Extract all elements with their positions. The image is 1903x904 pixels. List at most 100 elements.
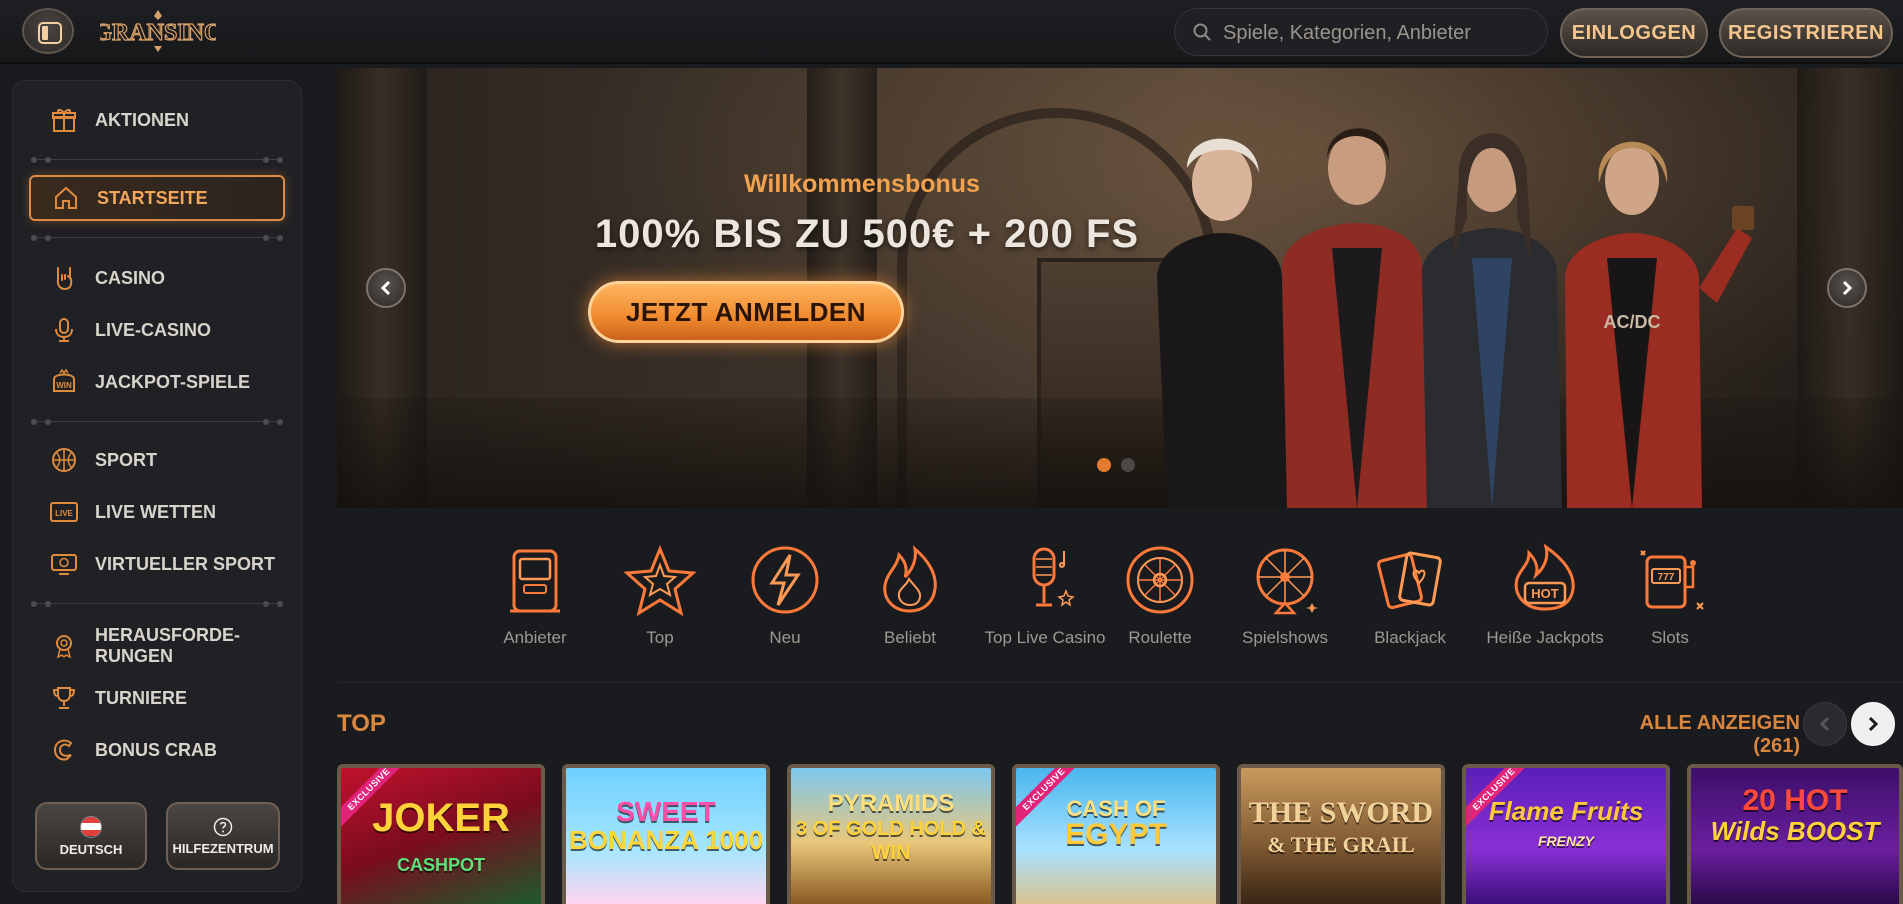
game-title-main: Flame Fruits bbox=[1488, 796, 1644, 826]
sidebar-divider bbox=[31, 235, 283, 241]
basketball-icon bbox=[49, 445, 79, 475]
category-bar: Anbieter Top Neu Beliebt Top Live Casino… bbox=[470, 540, 1750, 660]
banner-characters-image: AC/DC bbox=[1157, 128, 1754, 508]
sidebar-toggle-button[interactable] bbox=[22, 8, 74, 54]
login-button[interactable]: EINLOGGEN bbox=[1560, 8, 1708, 58]
sidebar-divider bbox=[31, 419, 283, 425]
game-tile-20-hot-wilds-boost[interactable]: 20 HOT Wilds BOOST bbox=[1687, 764, 1903, 904]
language-button[interactable]: DEUTSCH bbox=[35, 802, 147, 870]
chevron-right-icon bbox=[1842, 280, 1853, 296]
category-label: Top Live Casino bbox=[984, 628, 1106, 647]
banner-prev-button[interactable] bbox=[366, 268, 406, 308]
sidebar-item-casino[interactable]: CASINO bbox=[29, 255, 285, 301]
sidebar-divider bbox=[31, 601, 283, 607]
banner-title: 100% BIS ZU 500€ + 200 FS bbox=[594, 212, 1140, 256]
gransino-logo[interactable]: GRANSINO bbox=[100, 8, 216, 54]
game-tile-sweet-bonanza-1000[interactable]: SWEET BONANZA 1000 bbox=[562, 764, 770, 904]
sidebar-item-label: BONUS CRAB bbox=[95, 739, 218, 760]
category-spielshows[interactable]: Spielshows bbox=[1220, 540, 1350, 660]
sidebar-item-live-wetten[interactable]: LIVE LIVE WETTEN bbox=[29, 489, 285, 535]
language-label: DEUTSCH bbox=[59, 841, 123, 857]
svg-text:HOT: HOT bbox=[1531, 586, 1559, 601]
sidebar-item-jackpot-spiele[interactable]: WIN JACKPOT-SPIELE bbox=[29, 359, 285, 405]
game-tile-cash-of-egypt[interactable]: EXCLUSIVE CASH OF EGYPT bbox=[1012, 764, 1220, 904]
category-blackjack[interactable]: Blackjack bbox=[1345, 540, 1475, 660]
category-label: Top bbox=[646, 628, 674, 647]
game-title-sub: & THE GRAIL bbox=[1267, 832, 1415, 857]
virtual-screen-icon bbox=[49, 549, 79, 579]
game-tile-flame-fruits-frenzy[interactable]: EXCLUSIVE Flame Fruits FRENZY bbox=[1462, 764, 1670, 904]
game-title-main: JOKER bbox=[372, 796, 510, 840]
star-icon bbox=[620, 540, 700, 620]
game-title-sub: 3 OF GOLD HOLD & WIN bbox=[796, 818, 986, 864]
flame-icon bbox=[870, 540, 950, 620]
sidebar-item-bonus-crab[interactable]: BONUS CRAB bbox=[29, 727, 285, 773]
category-beliebt[interactable]: Beliebt bbox=[845, 540, 975, 660]
register-button[interactable]: REGISTRIEREN bbox=[1719, 8, 1893, 58]
live-icon: LIVE bbox=[49, 497, 79, 527]
category-label: Anbieter bbox=[503, 628, 567, 647]
category-top[interactable]: Top bbox=[595, 540, 725, 660]
slide-dot-active[interactable] bbox=[1097, 458, 1111, 472]
home-icon bbox=[51, 183, 81, 213]
game-title-sub: BONANZA 1000 bbox=[568, 825, 764, 855]
category-label: Spielshows bbox=[1242, 628, 1328, 647]
category-label: Beliebt bbox=[884, 628, 936, 647]
banner-next-button[interactable] bbox=[1827, 268, 1867, 308]
slide-dot[interactable] bbox=[1121, 458, 1135, 472]
help-question-icon bbox=[213, 817, 233, 836]
game-title: 20 HOT Wilds BOOST bbox=[1691, 786, 1899, 846]
category-label: Slots bbox=[1651, 628, 1689, 647]
logo-text: GRANSINO bbox=[100, 20, 216, 46]
sidebar-item-label: SPORT bbox=[95, 449, 158, 470]
roulette-icon bbox=[1120, 540, 1200, 620]
game-title-sub: FRENZY bbox=[1538, 833, 1594, 849]
sidebar-panel-icon bbox=[38, 22, 62, 44]
search-input[interactable] bbox=[1221, 9, 1535, 57]
microphone-icon bbox=[49, 315, 79, 345]
sidebar-item-label: STARTSEITE bbox=[97, 187, 208, 208]
microphone-icon bbox=[1005, 540, 1085, 620]
trophy-icon bbox=[49, 683, 79, 713]
game-title-sub: CASHPOT bbox=[396, 855, 485, 875]
games-prev-button[interactable] bbox=[1803, 702, 1847, 746]
game-tile-sword-and-grail[interactable]: THE SWORD & THE GRAIL bbox=[1237, 764, 1445, 904]
category-label: Blackjack bbox=[1374, 628, 1446, 647]
sidebar-item-herausforderungen[interactable]: HERAUSFORDE- RUNGEN bbox=[29, 621, 285, 671]
category-top-live-casino[interactable]: Top Live Casino bbox=[980, 540, 1110, 660]
game-title-sub: EGYPT bbox=[1065, 818, 1167, 851]
category-slots[interactable]: 777 Slots bbox=[1605, 540, 1735, 660]
register-now-button[interactable]: JETZT ANMELDEN bbox=[588, 281, 904, 343]
sidebar-item-label: CASINO bbox=[95, 267, 166, 288]
sidebar-item-label: JACKPOT-SPIELE bbox=[95, 371, 251, 392]
search-box[interactable] bbox=[1174, 8, 1548, 57]
sidebar-item-virtueller-sport[interactable]: VIRTUELLER SPORT bbox=[29, 541, 285, 587]
category-neu[interactable]: Neu bbox=[720, 540, 850, 660]
sidebar-item-aktionen[interactable]: AKTIONEN bbox=[29, 97, 285, 143]
game-title-main: THE SWORD bbox=[1248, 796, 1434, 829]
chevron-left-icon bbox=[380, 280, 391, 296]
sidebar-item-turniere[interactable]: TURNIERE bbox=[29, 675, 285, 721]
promo-banner[interactable]: AC/DC Willkommensbonus 100% BIS ZU 500€ … bbox=[337, 68, 1903, 508]
category-label: Neu bbox=[769, 628, 801, 647]
game-title-sub: Wilds BOOST bbox=[1710, 816, 1880, 846]
cards-icon bbox=[1370, 540, 1450, 620]
slot-machine-icon: 777 bbox=[1630, 540, 1710, 620]
sidebar-item-startseite[interactable]: STARTSEITE bbox=[29, 175, 285, 221]
game-title: SWEET BONANZA 1000 bbox=[566, 798, 766, 854]
help-center-button[interactable]: HILFEZENTRUM bbox=[166, 802, 280, 870]
svg-text:LIVE: LIVE bbox=[55, 509, 73, 518]
sidebar-item-label: LIVE-CASINO bbox=[95, 319, 212, 340]
sidebar-item-live-casino[interactable]: LIVE-CASINO bbox=[29, 307, 285, 353]
jackpot-win-icon: WIN bbox=[49, 367, 79, 397]
category-roulette[interactable]: Roulette bbox=[1095, 540, 1225, 660]
game-tile-joker-cashpot[interactable]: EXCLUSIVE JOKER CASHPOT bbox=[337, 764, 545, 904]
game-tile-3-pyramids-of-gold[interactable]: PYRAMIDS 3 OF GOLD HOLD & WIN bbox=[787, 764, 995, 904]
category-anbieter[interactable]: Anbieter bbox=[470, 540, 600, 660]
see-all-link[interactable]: ALLE ANZEIGEN (261) bbox=[1600, 712, 1800, 758]
category-heisse-jackpots[interactable]: HOT Heiße Jackpots bbox=[1480, 540, 1610, 660]
game-title-main: 20 HOT bbox=[1742, 784, 1848, 817]
games-next-button[interactable] bbox=[1851, 702, 1895, 746]
sidebar: AKTIONEN STARTSEITE CASINO LIVE-CASINO W… bbox=[12, 80, 302, 892]
sidebar-item-sport[interactable]: SPORT bbox=[29, 437, 285, 483]
